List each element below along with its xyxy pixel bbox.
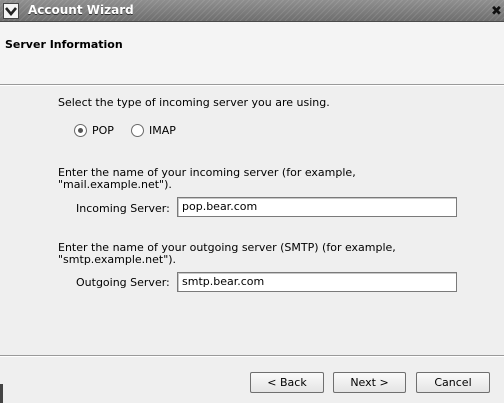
outgoing-server-input[interactable]: smtp.bear.com [177,272,457,292]
incoming-server-label: Incoming Server: [76,202,170,215]
page-title: Server Information [5,38,123,51]
radio-pop[interactable] [74,124,87,137]
footer-divider-highlight [0,356,504,357]
next-button[interactable]: Next > [333,372,406,393]
window-edge-marker [0,384,3,403]
radio-imap[interactable] [131,124,144,137]
wizard-header: Server Information [0,22,504,85]
outgoing-server-label: Outgoing Server: [76,276,170,289]
window-title: Account Wizard [28,3,134,17]
radio-imap-label[interactable]: IMAP [149,124,176,137]
incoming-description-line2: "mail.example.net"). [58,178,172,191]
radio-pop-label[interactable]: POP [92,124,114,137]
server-type-prompt: Select the type of incoming server you a… [58,96,330,109]
title-bar[interactable]: Account Wizard ✖ [0,0,504,22]
cancel-button[interactable]: Cancel [416,372,490,393]
close-icon[interactable]: ✖ [491,4,504,19]
back-button[interactable]: < Back [250,372,324,393]
incoming-server-input[interactable]: pop.bear.com [177,197,457,217]
chevron-down-icon [5,7,17,16]
outgoing-description-line2: "smtp.example.net"). [58,253,177,266]
window-menu-button[interactable] [3,3,19,19]
header-divider [0,85,504,86]
